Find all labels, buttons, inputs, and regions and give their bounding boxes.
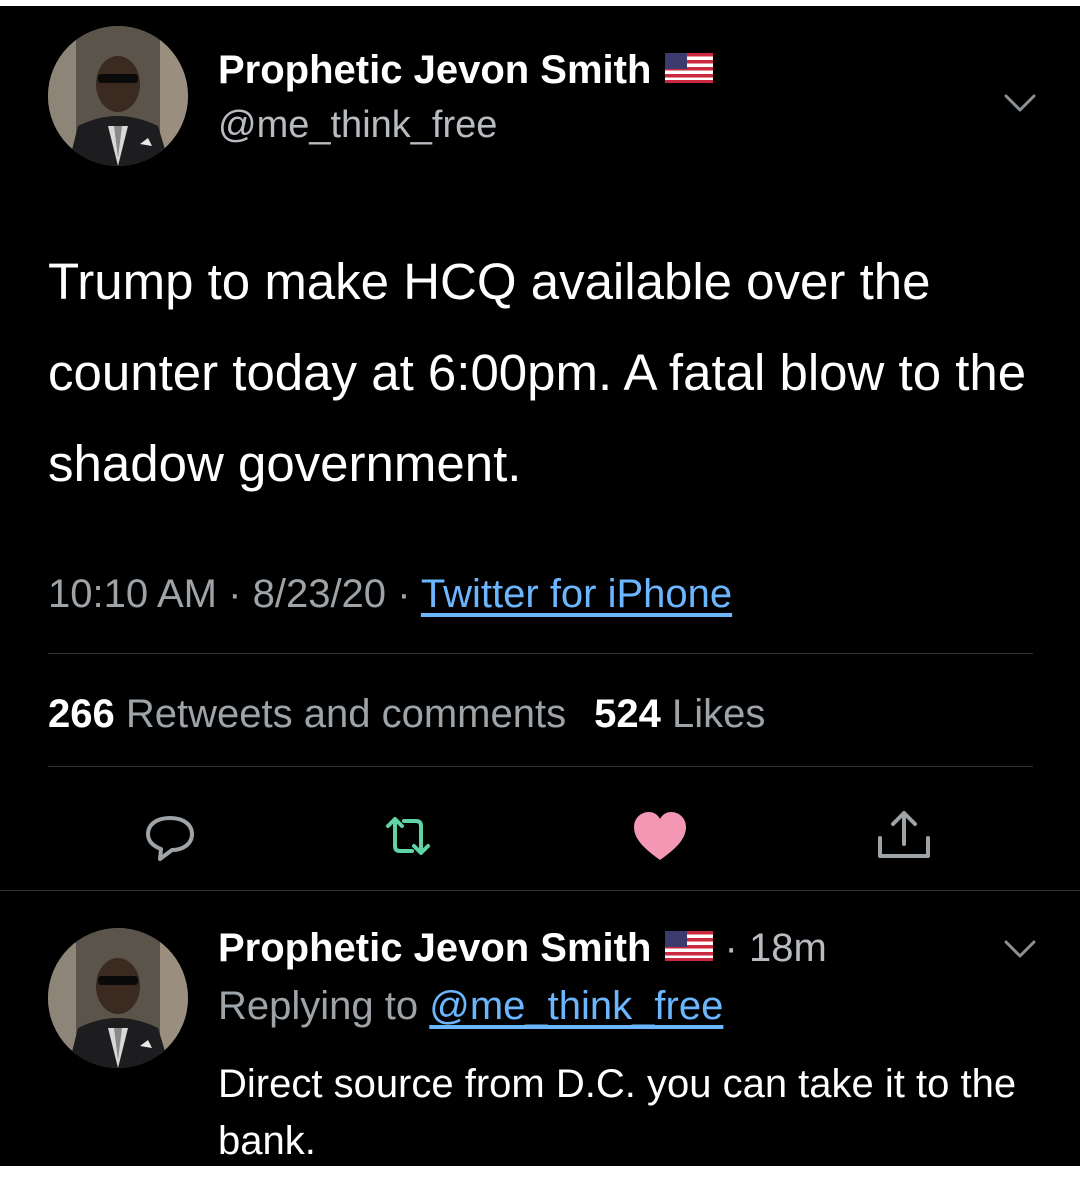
- share-icon: [878, 811, 930, 858]
- tweet-source-link[interactable]: Twitter for iPhone: [421, 572, 732, 616]
- tweet-date: 8/23/20: [252, 572, 387, 616]
- author-handle[interactable]: @me_think_free: [218, 104, 497, 147]
- replying-to: Replying to @me_think_free: [218, 984, 723, 1029]
- retweet-button[interactable]: [378, 806, 438, 866]
- reply-time: · 18m: [724, 926, 827, 970]
- retweets-count: 266: [48, 692, 115, 736]
- retweet-icon: [386, 817, 430, 855]
- us-flag-icon: [665, 931, 714, 962]
- tweet-time: 10:10 AM: [48, 572, 218, 616]
- likes-stat[interactable]: 524 Likes: [594, 692, 765, 736]
- divider: [48, 653, 1033, 654]
- author-name-text: Prophetic Jevon Smith: [218, 48, 652, 92]
- share-button[interactable]: [874, 806, 934, 866]
- chevron-down-icon[interactable]: [1000, 934, 1040, 962]
- reply-author-name[interactable]: Prophetic Jevon Smith · 18m: [218, 926, 827, 971]
- heart-filled-icon: [634, 812, 686, 860]
- likes-label: Likes: [671, 692, 766, 736]
- reply-author-avatar[interactable]: [48, 928, 188, 1068]
- divider: [48, 766, 1033, 767]
- reply-author-name-text: Prophetic Jevon Smith: [218, 926, 652, 970]
- like-button[interactable]: [630, 806, 690, 866]
- tweet-stats: 266 Retweets and comments 524 Likes: [48, 692, 765, 737]
- meta-separator: ·: [228, 572, 242, 616]
- author-avatar[interactable]: [48, 26, 188, 166]
- comment-icon: [146, 816, 194, 861]
- tweet-meta: 10:10 AM · 8/23/20 · Twitter for iPhone: [48, 572, 732, 617]
- us-flag-icon: [665, 53, 714, 84]
- retweets-label: Retweets and comments: [125, 692, 567, 736]
- likes-count: 524: [594, 692, 661, 736]
- retweets-stat[interactable]: 266 Retweets and comments: [48, 692, 566, 736]
- replying-label: Replying to: [218, 984, 419, 1028]
- meta-separator: ·: [397, 572, 411, 616]
- divider: [0, 890, 1080, 891]
- reply-button[interactable]: [140, 806, 200, 866]
- author-name[interactable]: Prophetic Jevon Smith: [218, 48, 714, 93]
- chevron-down-icon[interactable]: [1000, 88, 1040, 116]
- replying-handle-link[interactable]: @me_think_free: [429, 984, 723, 1028]
- tweet-detail-screen: Prophetic Jevon Smith @me_think_free Tru…: [0, 6, 1080, 1166]
- reply-text: Direct source from D.C. you can take it …: [218, 1062, 1017, 1163]
- tweet-text: Trump to make HCQ available over the cou…: [48, 253, 1027, 492]
